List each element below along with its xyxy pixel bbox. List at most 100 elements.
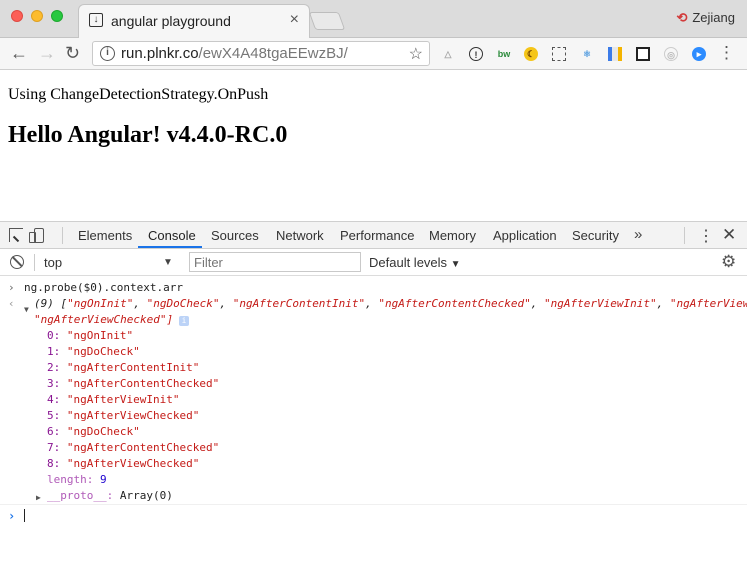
item-value: "ngAfterViewChecked" bbox=[66, 457, 200, 470]
extension-moon-icon[interactable]: ☾ bbox=[524, 47, 538, 61]
back-arrow-icon[interactable]: ← bbox=[10, 43, 28, 63]
summary-item: "ngAfterContentChecked" bbox=[378, 297, 531, 310]
tab-console[interactable]: Console bbox=[148, 228, 196, 243]
site-info-icon[interactable]: i bbox=[100, 46, 115, 61]
console-toolbar: top ▼ Default levels ▼ ⚙ bbox=[0, 249, 747, 276]
close-icon[interactable]: ✕ bbox=[722, 225, 736, 245]
page-content: Using ChangeDetectionStrategy.OnPush Hel… bbox=[0, 70, 747, 221]
zoom-window-button[interactable] bbox=[51, 10, 63, 22]
extension-react-icon[interactable]: ⚛ bbox=[580, 47, 594, 61]
url-text[interactable]: run.plnkr.co/ewX4A48tgaEEwzBJ/ bbox=[121, 45, 348, 62]
extension-triangle-icon[interactable]: △ bbox=[441, 47, 455, 61]
summary-item: "ngAfterContentInit" bbox=[232, 297, 366, 310]
reload-icon[interactable]: ↻ bbox=[65, 43, 80, 63]
tab-network[interactable]: Network bbox=[276, 228, 324, 243]
info-badge-icon[interactable]: i bbox=[179, 316, 190, 326]
context-selector[interactable]: top bbox=[44, 255, 62, 270]
profile-name: Zejiang bbox=[692, 10, 735, 25]
length-value: 9 bbox=[100, 473, 107, 486]
filter-input[interactable] bbox=[189, 252, 361, 272]
forward-arrow-icon[interactable]: → bbox=[38, 43, 56, 63]
item-value: "ngAfterContentInit" bbox=[66, 361, 200, 374]
console-output: › ng.probe($0).context.arr ‹ ▼ (9) ["ngO… bbox=[0, 276, 747, 566]
array-item: 4: "ngAfterViewInit" bbox=[47, 393, 180, 406]
tab-sources[interactable]: Sources bbox=[211, 228, 259, 243]
summary-item: "ngDoCheck" bbox=[146, 297, 220, 310]
inspect-element-icon[interactable] bbox=[9, 228, 23, 242]
item-value: "ngDoCheck" bbox=[66, 425, 140, 438]
log-levels-selector[interactable]: Default levels ▼ bbox=[369, 255, 461, 270]
summary-item: "ngOnInit" bbox=[67, 297, 134, 310]
toolbar-divider bbox=[684, 227, 685, 244]
array-item: 0: "ngOnInit" bbox=[47, 329, 134, 342]
extension-bookmark-icon[interactable] bbox=[608, 47, 622, 61]
tab-close-icon[interactable]: × bbox=[290, 11, 299, 29]
toolbar-divider bbox=[34, 254, 35, 271]
address-bar[interactable]: i run.plnkr.co/ewX4A48tgaEEwzBJ/ ☆ bbox=[92, 41, 430, 66]
item-value: "ngOnInit" bbox=[66, 329, 134, 342]
close-window-button[interactable] bbox=[11, 10, 23, 22]
extension-qr-icon[interactable] bbox=[636, 47, 650, 61]
item-index: 6 bbox=[47, 425, 54, 438]
proto-value: Array(0) bbox=[119, 489, 173, 502]
tab-security[interactable]: Security bbox=[572, 228, 619, 243]
item-index: 8 bbox=[47, 457, 54, 470]
item-index: 3 bbox=[47, 377, 54, 390]
input-prompt-icon: › bbox=[8, 281, 15, 294]
gear-icon[interactable]: ⚙ bbox=[721, 252, 736, 272]
array-item: 7: "ngAfterContentChecked" bbox=[47, 441, 220, 454]
array-item: 2: "ngAfterContentInit" bbox=[47, 361, 200, 374]
devtools-panel: Elements Console Sources Network Perform… bbox=[0, 221, 747, 565]
item-index: 5 bbox=[47, 409, 54, 422]
tab-application[interactable]: Application bbox=[493, 228, 557, 243]
item-value: "ngAfterContentChecked" bbox=[66, 377, 220, 390]
active-tab-indicator bbox=[138, 246, 202, 248]
array-item: 6: "ngDoCheck" bbox=[47, 425, 140, 438]
minimize-window-button[interactable] bbox=[31, 10, 43, 22]
log-levels-label: Default levels bbox=[369, 255, 448, 270]
tab-elements[interactable]: Elements bbox=[78, 228, 132, 243]
device-toolbar-icon[interactable] bbox=[29, 228, 44, 243]
summary-item: "ngAfterView bbox=[669, 297, 747, 310]
devtools-menu-icon[interactable]: ⋮ bbox=[698, 226, 714, 246]
new-tab-button[interactable] bbox=[308, 12, 346, 30]
extension-info-icon[interactable]: ! bbox=[469, 47, 483, 61]
item-index: 2 bbox=[47, 361, 54, 374]
expand-triangle-icon[interactable]: ▼ bbox=[24, 302, 29, 318]
tab-performance[interactable]: Performance bbox=[340, 228, 414, 243]
array-summary[interactable]: (9) ["ngOnInit", "ngDoCheck", "ngAfterCo… bbox=[34, 296, 747, 312]
array-item: 1: "ngDoCheck" bbox=[47, 345, 140, 358]
browser-tab[interactable]: ↓ angular playground × bbox=[78, 4, 310, 38]
url-host: run.plnkr.co bbox=[121, 45, 199, 62]
browser-menu-icon[interactable]: ⋮ bbox=[718, 43, 735, 63]
extension-zoom-icon[interactable]: ▸ bbox=[692, 47, 706, 61]
extension-grid-icon[interactable] bbox=[552, 47, 566, 61]
extension-bw-icon[interactable]: bw bbox=[495, 47, 513, 61]
item-value: "ngDoCheck" bbox=[66, 345, 140, 358]
page-heading: Hello Angular! v4.4.0-RC.0 bbox=[8, 122, 288, 148]
array-length: length: 9 bbox=[47, 473, 107, 486]
more-tabs-icon[interactable]: » bbox=[634, 226, 642, 243]
array-proto[interactable]: __proto__: Array(0) bbox=[47, 488, 173, 504]
toolbar-divider bbox=[62, 227, 63, 244]
array-item: 3: "ngAfterContentChecked" bbox=[47, 377, 220, 390]
context-dropdown-icon[interactable]: ▼ bbox=[163, 257, 173, 268]
chevron-down-icon: ▼ bbox=[450, 259, 461, 270]
array-count: (9) bbox=[34, 297, 54, 310]
profile-button[interactable]: ⟲ Zejiang bbox=[676, 10, 735, 26]
tab-memory[interactable]: Memory bbox=[429, 228, 476, 243]
strategy-text: Using ChangeDetectionStrategy.OnPush bbox=[8, 86, 269, 103]
item-value: "ngAfterViewInit" bbox=[66, 393, 180, 406]
url-path: /ewX4A48tgaEEwzBJ/ bbox=[198, 45, 348, 62]
item-index: 1 bbox=[47, 345, 54, 358]
item-value: "ngAfterViewChecked" bbox=[66, 409, 200, 422]
console-input[interactable]: › bbox=[0, 504, 747, 525]
summary-tail: "ngAfterViewChecked"] bbox=[34, 313, 174, 326]
extension-target-icon[interactable]: ◎ bbox=[664, 47, 678, 61]
length-key: length bbox=[47, 473, 87, 486]
download-favicon-icon: ↓ bbox=[89, 13, 103, 27]
clear-console-icon[interactable] bbox=[10, 255, 24, 269]
bookmark-star-icon[interactable]: ☆ bbox=[409, 44, 423, 64]
array-item: 8: "ngAfterViewChecked" bbox=[47, 457, 200, 470]
browser-titlebar: ↓ angular playground × ⟲ Zejiang bbox=[0, 0, 747, 38]
